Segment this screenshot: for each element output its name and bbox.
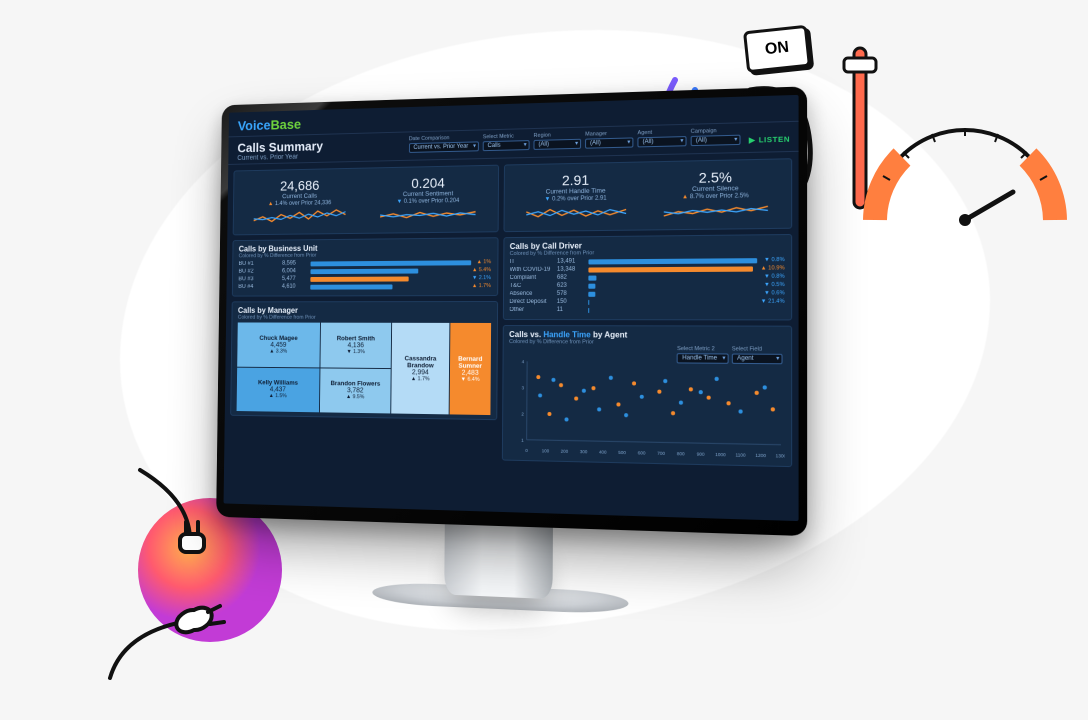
svg-text:2: 2 bbox=[521, 411, 524, 416]
svg-text:1100: 1100 bbox=[735, 452, 746, 458]
svg-text:900: 900 bbox=[696, 451, 704, 457]
kpi-sentiment: 0.204 Current Sentiment 0.1% over Prior … bbox=[365, 170, 492, 229]
kpi-calls: 24,686 Current Calls 1.4% over Prior 24,… bbox=[239, 173, 361, 231]
filter-campaign[interactable]: Campaign(All) bbox=[691, 127, 741, 146]
sparkline-icon bbox=[241, 206, 359, 229]
driver-row: IT13,491 0.8% bbox=[510, 257, 785, 265]
sparkline-icon bbox=[649, 199, 783, 224]
on-switch-illustration: ON bbox=[743, 25, 811, 73]
svg-text:4: 4 bbox=[521, 359, 524, 364]
svg-text:400: 400 bbox=[598, 449, 606, 454]
dashboard-screen: VoiceBase Calls Summary Current vs. Prio… bbox=[224, 95, 799, 521]
svg-text:200: 200 bbox=[560, 448, 568, 453]
scatter-plot: 0 100 200 300 400 500 600 700 800 900 1000 1100 1200… bbox=[508, 347, 784, 462]
treemap-cell[interactable]: Chuck Magee 4,459 ▲ 3.3% bbox=[237, 322, 320, 366]
svg-text:3: 3 bbox=[521, 385, 524, 390]
driver-row: Other11 bbox=[509, 307, 784, 313]
svg-text:800: 800 bbox=[676, 451, 684, 457]
treemap-cell[interactable]: Cassandra Brandow 2,994 ▲ 1.7% bbox=[391, 323, 449, 415]
driver-row: With COVID-1913,348 10.9% bbox=[510, 265, 785, 273]
sparkline-icon bbox=[367, 204, 490, 227]
panel-manager: Calls by Manager Colored by % Difference… bbox=[230, 301, 497, 420]
bu-row: BU #44,610 1.7% bbox=[238, 283, 491, 290]
svg-text:1000: 1000 bbox=[715, 452, 726, 458]
filter-agent[interactable]: Agent(All) bbox=[637, 129, 686, 148]
driver-row: Complaint682 0.8% bbox=[510, 274, 785, 281]
driver-row: Direct Deposit150 21.4% bbox=[509, 299, 784, 305]
monitor-mockup: VoiceBase Calls Summary Current vs. Prio… bbox=[216, 86, 807, 536]
sparkline-icon bbox=[512, 201, 640, 225]
svg-text:1200: 1200 bbox=[755, 452, 766, 458]
kpi-row-left: 24,686 Current Calls 1.4% over Prior 24,… bbox=[233, 165, 499, 236]
panel-driver: Calls by Call Driver Colored by % Differ… bbox=[502, 234, 792, 320]
bu-row: BU #26,004 5.4% bbox=[238, 267, 491, 274]
treemap-cell[interactable]: Kelly Williams 4,437 ▲ 1.5% bbox=[237, 367, 320, 412]
gauge-illustration bbox=[855, 110, 1075, 290]
treemap-cell[interactable]: Bernard Sumner 2,483 ▼ 6.4% bbox=[450, 323, 491, 415]
driver-row: T&C623 0.5% bbox=[509, 282, 784, 289]
bu-row: BU #35,477 2.1% bbox=[238, 275, 491, 282]
kpi-silence: 2.5% Current Silence 8.7% over Prior 2.5… bbox=[647, 164, 785, 226]
svg-text:1300: 1300 bbox=[775, 453, 785, 459]
bu-row: BU #18,595 1% bbox=[239, 259, 492, 267]
kpi-handle: 2.91 Current Handle Time 0.2% over Prior… bbox=[510, 167, 642, 228]
filter-region[interactable]: Region(All) bbox=[534, 132, 582, 150]
listen-button[interactable]: LISTEN bbox=[749, 134, 790, 144]
filter-metric[interactable]: Select MetricCalls bbox=[483, 133, 530, 151]
svg-text:700: 700 bbox=[657, 450, 665, 456]
scatter-field[interactable]: Select FieldAgent bbox=[732, 346, 783, 364]
svg-text:0: 0 bbox=[525, 448, 528, 453]
svg-text:300: 300 bbox=[579, 449, 587, 454]
panel-bu: Calls by Business Unit Colored by % Diff… bbox=[232, 237, 498, 296]
kpi-row-right: 2.91 Current Handle Time 0.2% over Prior… bbox=[503, 158, 792, 232]
treemap-cell[interactable]: Robert Smith 4,136 ▼ 1.3% bbox=[321, 323, 392, 368]
svg-text:500: 500 bbox=[618, 450, 626, 455]
svg-text:600: 600 bbox=[637, 450, 645, 456]
scatter-metric2[interactable]: Select Metric 2Handle Time bbox=[677, 346, 729, 364]
filter-date-comparison[interactable]: Date ComparisonCurrent vs. Prior Year bbox=[409, 134, 479, 152]
driver-row: Absence578 0.6% bbox=[509, 290, 784, 297]
panel-scatter: Calls vs. Handle Time by Agent Colored b… bbox=[501, 325, 792, 467]
svg-text:100: 100 bbox=[541, 448, 549, 453]
filter-manager[interactable]: Manager(All) bbox=[585, 130, 633, 148]
svg-text:1: 1 bbox=[521, 438, 524, 443]
treemap-cell[interactable]: Brandon Flowers 3,782 ▲ 9.5% bbox=[320, 368, 391, 414]
